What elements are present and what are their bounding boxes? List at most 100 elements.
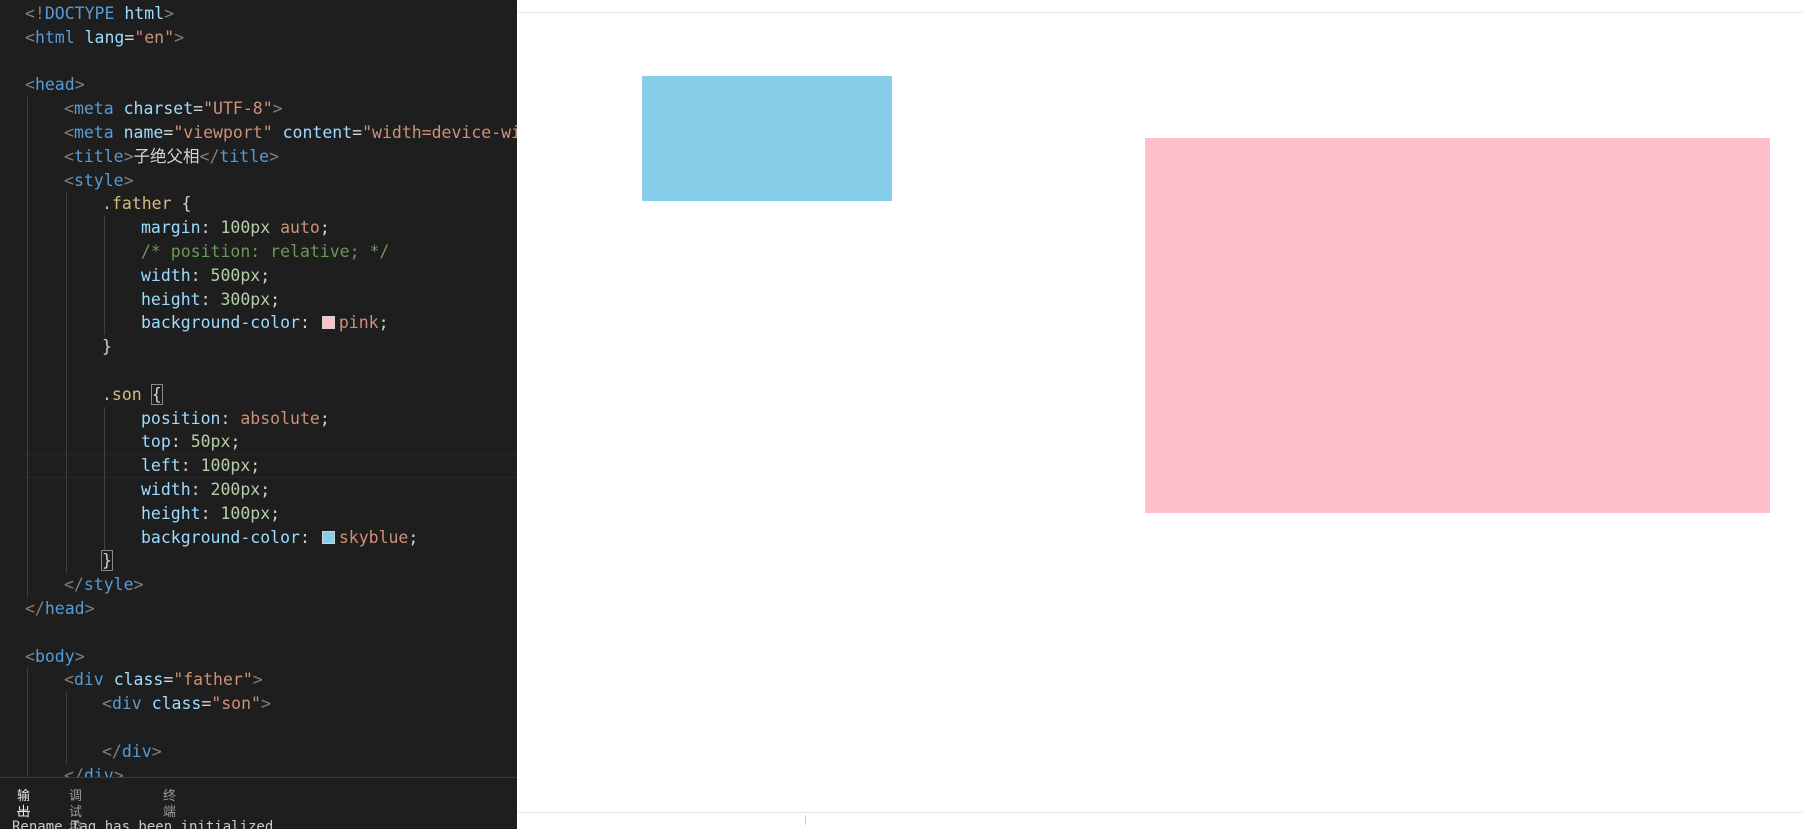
son-box [642, 76, 892, 201]
code-token: { [171, 194, 192, 213]
code-token: html [124, 4, 165, 23]
code-token: = [163, 670, 174, 689]
code-line: <div class="father"> [0, 668, 517, 692]
indent-guide [104, 430, 105, 454]
indent-guide [27, 407, 28, 431]
code-token: </ [199, 147, 220, 166]
code-token: : [200, 290, 221, 309]
code-token: div [73, 670, 104, 689]
code-line: margin: 100px auto; [0, 216, 517, 240]
code-line: /* position: relative; */ [0, 240, 517, 264]
code-token: : [170, 432, 191, 451]
code-token: "width=device-wid [362, 123, 517, 142]
indent-guide [66, 430, 67, 454]
code-token: ; [319, 409, 330, 428]
code-line-content: </head> [25, 597, 95, 621]
code-token: > [174, 28, 184, 47]
code-token: absolute [240, 409, 320, 428]
indent-guide [66, 335, 67, 359]
code-line-content: </style> [64, 573, 143, 597]
indent-guide [27, 335, 28, 359]
code-token: content [282, 123, 353, 142]
indent-guide [66, 478, 67, 502]
code-token: > [74, 647, 85, 666]
code-token: /* position: relative; */ [141, 242, 390, 261]
tab-output[interactable]: 输出 [17, 789, 31, 820]
code-token: ; [319, 218, 330, 237]
code-token: : [299, 528, 320, 547]
tab-debug-console[interactable]: 调试控制台 [69, 789, 82, 829]
tab-terminal[interactable]: 终端 [163, 789, 176, 820]
code-line: <style> [0, 169, 517, 193]
code-token: skyblue [338, 528, 409, 547]
code-line: height: 100px; [0, 502, 517, 526]
code-token: > [164, 4, 175, 23]
indent-guide [104, 216, 105, 240]
code-token: = [163, 123, 174, 142]
indent-guide [27, 383, 28, 407]
indent-guide [27, 359, 28, 383]
indent-guide [104, 288, 105, 312]
code-line: .son { [0, 383, 517, 407]
code-token: 500px [210, 266, 261, 285]
code-line-content: .son { [102, 383, 163, 407]
code-token: : [200, 504, 221, 523]
code-token: width [141, 480, 191, 499]
status-divider [805, 815, 806, 825]
code-token: .father [102, 194, 172, 213]
color-swatch[interactable] [321, 316, 335, 329]
code-token: ; [378, 313, 389, 332]
indent-guide [66, 288, 67, 312]
code-token: title [219, 147, 270, 166]
code-token: 200px [210, 480, 261, 499]
color-swatch[interactable] [321, 531, 335, 544]
code-token: ; [260, 266, 271, 285]
code-line-content: <head> [25, 73, 85, 97]
code-token: > [113, 766, 124, 777]
code-token: < [64, 123, 74, 142]
code-editor[interactable]: <!DOCTYPE html> <html lang="en"> <head> <me… [0, 0, 517, 829]
code-token: class [151, 694, 202, 713]
code-token: background-color [141, 528, 300, 547]
indent-guide [27, 145, 28, 169]
code-token: ; [230, 432, 241, 451]
code-token: : [180, 456, 201, 475]
code-line: } [0, 549, 517, 573]
code-line: left: 100px; [0, 454, 517, 478]
code-token: position [141, 409, 221, 428]
code-line-content: width: 200px; [141, 478, 270, 502]
code-line: <div class="son"> [0, 692, 517, 716]
code-line: position: absolute; [0, 407, 517, 431]
indent-guide [27, 264, 28, 288]
code-token: </ [64, 575, 84, 594]
code-token: height [141, 290, 201, 309]
code-line-content: <!DOCTYPE html> [25, 2, 174, 26]
code-line-content: margin: 100px auto; [141, 216, 330, 240]
code-area[interactable]: <!DOCTYPE html> <html lang="en"> <head> <me… [0, 0, 517, 777]
code-line-content: <div class="father"> [64, 668, 263, 692]
code-line-content: background-color: skyblue; [141, 526, 418, 550]
indent-guide [104, 502, 105, 526]
code-token: > [260, 694, 271, 713]
code-token: left [141, 456, 181, 475]
code-line: .father { [0, 192, 517, 216]
indent-guide [66, 502, 67, 526]
indent-guide [27, 478, 28, 502]
code-token: = [352, 123, 363, 142]
code-token: : [299, 313, 320, 332]
father-box [1145, 138, 1770, 513]
code-line-content: <style> [64, 169, 134, 193]
indent-guide [66, 311, 67, 335]
code-token: ; [270, 290, 281, 309]
code-token: > [84, 599, 95, 618]
indent-guide [27, 288, 28, 312]
code-token: "en" [134, 28, 175, 47]
indent-guide [27, 549, 28, 573]
code-line: <meta name="viewport" content="width=dev… [0, 121, 517, 145]
